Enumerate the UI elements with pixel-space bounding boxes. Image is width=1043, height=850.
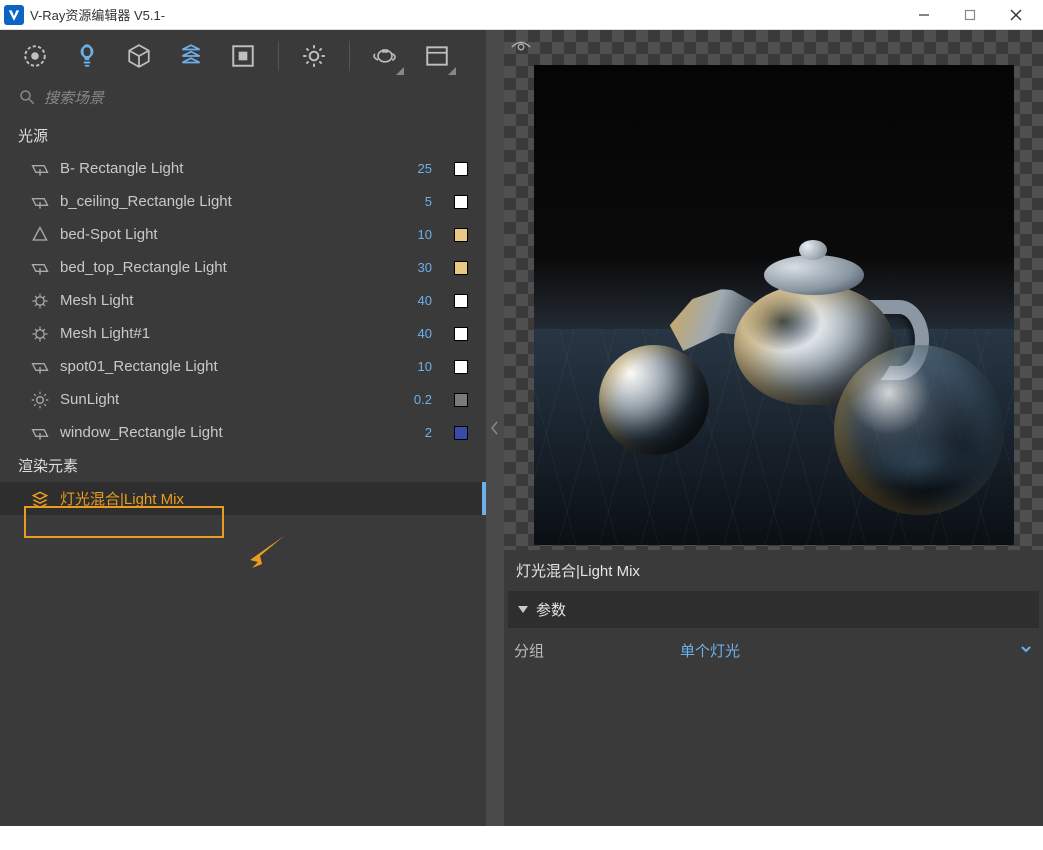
light-intensity-value[interactable]: 2 (388, 425, 444, 440)
light-name: spot01_Rectangle Light (60, 358, 378, 375)
search-input[interactable] (44, 90, 468, 107)
light-intensity-value[interactable]: 25 (388, 161, 444, 176)
light-type-icon (30, 423, 50, 443)
settings-tool-icon[interactable] (295, 37, 333, 75)
light-name: bed-Spot Light (60, 226, 378, 243)
light-row[interactable]: SunLight 0.2 (0, 383, 486, 416)
right-panel-title: 灯光混合|Light Mix (504, 550, 1043, 591)
light-color-swatch[interactable] (454, 327, 468, 341)
render-preview-image (534, 65, 1014, 545)
lights-list: B- Rectangle Light25b_ceiling_Rectangle … (0, 152, 486, 449)
group-dropdown[interactable]: 单个灯光 (680, 640, 1033, 661)
toolbar-divider (278, 41, 279, 71)
light-type-icon (30, 324, 50, 344)
light-type-icon (30, 291, 50, 311)
render-elements-section-label: 渲染元素 (0, 449, 486, 482)
render-viewport[interactable] (504, 30, 1043, 550)
light-color-swatch[interactable] (454, 360, 468, 374)
render-element-name: 灯光混合|Light Mix (60, 488, 468, 509)
light-type-icon (30, 192, 50, 212)
toolbar (0, 30, 486, 82)
light-row[interactable]: bed-Spot Light 10 (0, 218, 486, 251)
viewport-eye-icon[interactable] (510, 36, 532, 61)
light-intensity-value[interactable]: 30 (388, 260, 444, 275)
light-type-icon (30, 258, 50, 278)
light-type-icon (30, 390, 50, 410)
light-name: SunLight (60, 391, 378, 408)
parameters-label: 参数 (536, 599, 566, 620)
chevron-down-icon (1019, 642, 1033, 660)
render-teapot-tool-icon[interactable] (366, 37, 404, 75)
materials-tool-icon[interactable] (16, 37, 54, 75)
light-row[interactable]: bed_top_Rectangle Light 30 (0, 251, 486, 284)
lights-tool-icon[interactable] (68, 37, 106, 75)
vray-logo-icon (4, 5, 24, 25)
light-name: Mesh Light#1 (60, 325, 378, 342)
toolbar-divider (349, 41, 350, 71)
light-color-swatch[interactable] (454, 228, 468, 242)
textures-tool-icon[interactable] (224, 37, 262, 75)
light-row[interactable]: Mesh Light 40 (0, 284, 486, 317)
light-intensity-value[interactable]: 10 (388, 227, 444, 242)
selection-indicator (482, 482, 486, 515)
geometry-tool-icon[interactable] (120, 37, 158, 75)
left-panel: 光源 B- Rectangle Light25b_ceiling_Rectang… (0, 30, 486, 826)
light-intensity-value[interactable]: 0.2 (388, 392, 444, 407)
collapse-arrow-icon (518, 606, 528, 613)
light-intensity-value[interactable]: 10 (388, 359, 444, 374)
window-minimize-button[interactable] (901, 0, 947, 30)
window-close-button[interactable] (993, 0, 1039, 30)
light-row[interactable]: B- Rectangle Light 25 (0, 152, 486, 185)
light-color-swatch[interactable] (454, 261, 468, 275)
light-type-icon (30, 159, 50, 179)
light-name: bed_top_Rectangle Light (60, 259, 378, 276)
render-element-row[interactable]: 灯光混合|Light Mix (0, 482, 486, 515)
light-name: B- Rectangle Light (60, 160, 378, 177)
group-value: 单个灯光 (680, 640, 740, 661)
light-row[interactable]: Mesh Light#1 40 (0, 317, 486, 350)
light-color-swatch[interactable] (454, 195, 468, 209)
light-color-swatch[interactable] (454, 393, 468, 407)
dropdown-indicator-icon (396, 67, 404, 75)
light-intensity-value[interactable]: 40 (388, 326, 444, 341)
light-name: window_Rectangle Light (60, 424, 378, 441)
dropdown-indicator-icon (448, 67, 456, 75)
light-intensity-value[interactable]: 5 (388, 194, 444, 209)
light-row[interactable]: b_ceiling_Rectangle Light 5 (0, 185, 486, 218)
render-window-tool-icon[interactable] (418, 37, 456, 75)
light-intensity-value[interactable]: 40 (388, 293, 444, 308)
light-name: Mesh Light (60, 292, 378, 309)
light-row[interactable]: spot01_Rectangle Light 10 (0, 350, 486, 383)
light-name: b_ceiling_Rectangle Light (60, 193, 378, 210)
light-color-swatch[interactable] (454, 426, 468, 440)
group-label: 分组 (514, 640, 664, 661)
light-color-swatch[interactable] (454, 162, 468, 176)
light-color-swatch[interactable] (454, 294, 468, 308)
search-icon (18, 88, 36, 109)
parameters-rollup-header[interactable]: 参数 (508, 591, 1039, 628)
window-maximize-button[interactable] (947, 0, 993, 30)
annotation-arrow-icon (244, 534, 286, 573)
render-elements-tool-icon[interactable] (172, 37, 210, 75)
layers-icon (30, 489, 50, 509)
search-bar (0, 82, 486, 119)
lights-section-label: 光源 (0, 119, 486, 152)
panel-splitter[interactable] (486, 30, 504, 826)
window-titlebar: V-Ray资源编辑器 V5.1- (0, 0, 1043, 30)
light-type-icon (30, 225, 50, 245)
light-type-icon (30, 357, 50, 377)
window-title: V-Ray资源编辑器 V5.1- (30, 5, 901, 24)
right-panel: 灯光混合|Light Mix 参数 分组 单个灯光 单个灯光 组实例 图层 灯光… (504, 30, 1043, 826)
group-parameter-row: 分组 单个灯光 (504, 636, 1043, 665)
light-row[interactable]: window_Rectangle Light 2 (0, 416, 486, 449)
